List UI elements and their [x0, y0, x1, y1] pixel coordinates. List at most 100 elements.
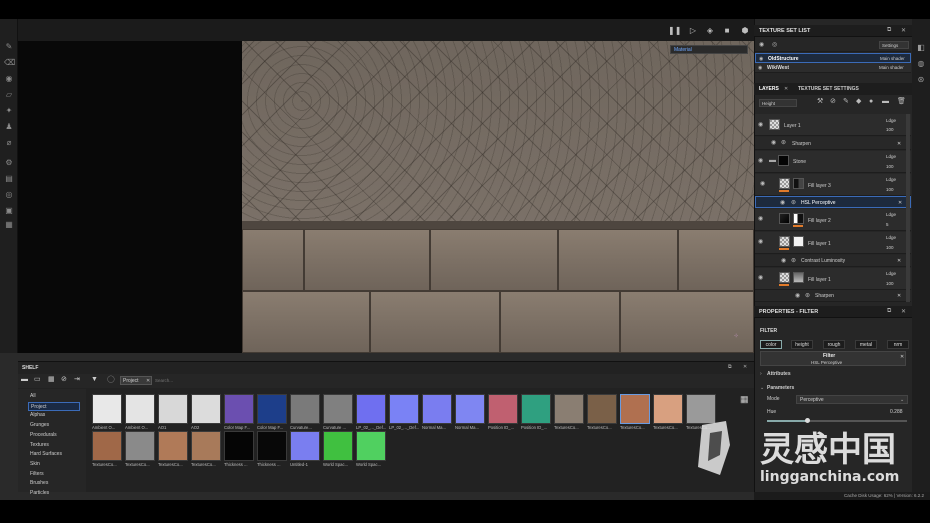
- layer-row[interactable]: ◉ Layer 1 Ldge 100: [755, 114, 911, 136]
- shelf-category-filters[interactable]: Filters: [28, 470, 80, 479]
- layer-blend-mode[interactable]: Ldge: [886, 118, 896, 124]
- shelf-resource-thumbnail[interactable]: [257, 394, 287, 424]
- eraser-icon[interactable]: ⌫: [4, 59, 15, 67]
- grid-view-icon[interactable]: ▦: [48, 376, 55, 383]
- layer-opacity[interactable]: 100: [886, 187, 894, 193]
- shelf-resource-thumbnail[interactable]: [191, 394, 221, 424]
- filter-row-selected[interactable]: ◉ ⊛ HSL Perceptive ✕: [755, 196, 911, 208]
- channel-select[interactable]: Height: [759, 99, 797, 107]
- color-picker-icon[interactable]: ⌀: [4, 139, 14, 147]
- eye-icon[interactable]: ◉: [780, 200, 785, 206]
- filter-row[interactable]: ◉ ⊛ Contrast Luminosity ✕: [755, 255, 911, 267]
- shelf-resource-thumbnail[interactable]: [224, 394, 254, 424]
- shelf-resource-thumbnail[interactable]: [356, 431, 386, 461]
- shelf-category-skin[interactable]: Skin: [28, 460, 80, 469]
- eye-icon[interactable]: ◉: [759, 56, 763, 62]
- remove-effect-icon[interactable]: ✕: [897, 141, 901, 147]
- eye-icon[interactable]: ◉: [758, 216, 763, 222]
- layer-opacity[interactable]: 100: [886, 245, 894, 251]
- shader-icon[interactable]: ⊛: [916, 76, 926, 84]
- close-icon[interactable]: ✕: [901, 27, 906, 34]
- shelf-resource-thumbnail[interactable]: [224, 431, 254, 461]
- layer-opacity[interactable]: 100: [886, 164, 894, 170]
- pause-icon[interactable]: ❚❚: [668, 27, 681, 35]
- channel-nrm[interactable]: nrm: [887, 340, 909, 349]
- document-icon[interactable]: ▦: [4, 221, 14, 229]
- shelf-category-project[interactable]: Project: [28, 401, 80, 411]
- tab-texture-set-settings[interactable]: TEXTURE SET SETTINGS: [798, 86, 859, 92]
- channel-color[interactable]: color: [760, 340, 782, 349]
- remove-effect-icon[interactable]: ✕: [897, 293, 901, 299]
- view-3d-icon[interactable]: ◈: [705, 27, 715, 35]
- texture-set-row[interactable]: ◉ OldStructure Main shader: [755, 53, 911, 63]
- projection-icon[interactable]: ◉: [4, 75, 14, 83]
- shelf-resource-thumbnail[interactable]: [290, 394, 320, 424]
- settings-dropdown[interactable]: Settings: [879, 41, 909, 49]
- shelf-resource-thumbnail[interactable]: [92, 394, 122, 424]
- layer-opacity[interactable]: 5: [886, 222, 889, 228]
- shelf-resource-thumbnail[interactable]: [455, 394, 485, 424]
- undock-icon[interactable]: ⧉: [887, 27, 891, 34]
- layer-blend-mode[interactable]: Ldge: [886, 212, 896, 218]
- remove-tag-icon[interactable]: ✕: [146, 378, 150, 384]
- shelf-resource-thumbnail[interactable]: [257, 431, 287, 461]
- shelf-resource-thumbnail[interactable]: [389, 394, 419, 424]
- shelf-resource-thumbnail[interactable]: [158, 394, 188, 424]
- settings-icon[interactable]: ⚙: [4, 159, 14, 167]
- shelf-resource-thumbnail[interactable]: [125, 394, 155, 424]
- filter-row[interactable]: ◉ ⊛ Sharpen ✕: [755, 290, 911, 302]
- channel-height[interactable]: height: [791, 340, 813, 349]
- eye-icon[interactable]: ◉: [758, 122, 763, 128]
- delete-icon[interactable]: 🗑: [897, 98, 906, 105]
- shelf-resource-thumbnail[interactable]: [554, 394, 584, 424]
- remove-filter-icon[interactable]: ✕: [900, 354, 904, 360]
- add-smart-material-icon[interactable]: ●: [869, 98, 873, 105]
- remove-effect-icon[interactable]: ✕: [897, 258, 901, 264]
- grid-size-icon[interactable]: ▦: [740, 395, 749, 404]
- filter-slot[interactable]: Filter HSL Perceptive ✕: [760, 351, 906, 366]
- layer-opacity[interactable]: 100: [886, 127, 894, 133]
- layer-opacity[interactable]: 100: [886, 281, 894, 287]
- eye-icon[interactable]: ◉: [781, 258, 786, 264]
- eye-icon[interactable]: ◉: [758, 275, 763, 281]
- shelf-category-brushes[interactable]: Brushes: [28, 479, 80, 488]
- add-paint-layer-icon[interactable]: ✎: [843, 98, 849, 105]
- shelf-resource-thumbnail[interactable]: [488, 394, 518, 424]
- shelf-resource-thumbnail[interactable]: [92, 431, 122, 461]
- shelf-resource-thumbnail[interactable]: [323, 394, 353, 424]
- chevron-down-icon[interactable]: ⌄: [760, 385, 764, 391]
- shelf-category-procedurals[interactable]: Procedurals: [28, 431, 80, 440]
- folder-icon[interactable]: ▬: [21, 376, 28, 383]
- viewport-3d[interactable]: Material ⊹: [242, 41, 754, 353]
- close-icon[interactable]: ✕: [901, 308, 906, 315]
- eye-outline-icon[interactable]: ◎: [772, 42, 777, 48]
- channel-rough[interactable]: rough: [823, 340, 845, 349]
- shelf-search-input[interactable]: [155, 376, 275, 385]
- layer-blend-mode[interactable]: Ldge: [886, 271, 896, 277]
- add-mask-icon[interactable]: ⊘: [830, 98, 836, 105]
- import-icon[interactable]: ⇥: [74, 376, 80, 383]
- layer-blend-mode[interactable]: Ldge: [886, 154, 896, 160]
- eye-icon[interactable]: ◉: [771, 140, 776, 146]
- viewport-2d[interactable]: [18, 41, 242, 353]
- layer-row[interactable]: ◉ Fill layer 1 Ldge 100: [755, 268, 911, 290]
- eye-icon[interactable]: ◉: [758, 65, 762, 71]
- undock-icon[interactable]: ⧉: [887, 308, 891, 315]
- add-fill-layer-icon[interactable]: ◆: [856, 98, 861, 105]
- layer-row[interactable]: ◉ Fill layer 1 Ldge 100: [755, 232, 911, 254]
- mode-dropdown[interactable]: Perceptive ⌄: [796, 395, 908, 404]
- attributes-section[interactable]: Attributes: [767, 371, 791, 377]
- eye-icon[interactable]: ◉: [758, 158, 763, 164]
- eye-icon[interactable]: ◉: [759, 42, 764, 48]
- shelf-resource-thumbnail[interactable]: [125, 431, 155, 461]
- undock-icon[interactable]: ⧉: [728, 364, 732, 370]
- shelf-category-grunges[interactable]: Grunges: [28, 421, 80, 430]
- viewer-icon[interactable]: ▣: [4, 207, 14, 215]
- clone-icon[interactable]: ♟: [4, 123, 14, 131]
- smudge-icon[interactable]: ✦: [4, 107, 14, 115]
- eye-icon[interactable]: ◉: [795, 293, 800, 299]
- shelf-category-particles[interactable]: Particles: [28, 489, 80, 498]
- display-icon[interactable]: ◎: [4, 191, 14, 199]
- tab-layers[interactable]: LAYERS: [759, 86, 779, 92]
- layer-blend-mode[interactable]: Ldge: [886, 177, 896, 183]
